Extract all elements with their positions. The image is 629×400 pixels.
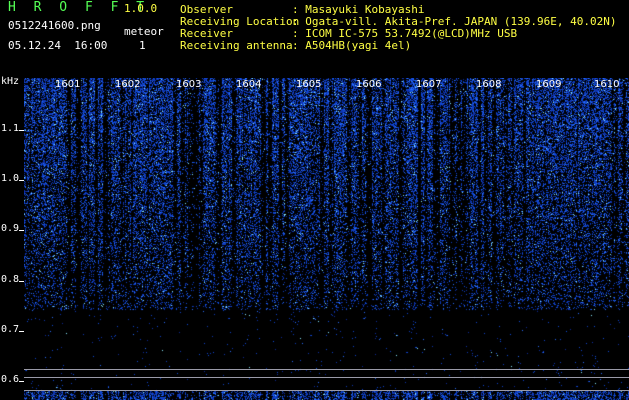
baseline-line (24, 390, 629, 391)
y-label-0-6: 0.6 (1, 374, 20, 385)
y-label-0-9: 0.9 (1, 223, 20, 234)
y-tick (19, 281, 24, 282)
minute-label-1610: 1610 (594, 79, 620, 90)
y-label-1-1: 1.1 (1, 123, 20, 134)
minute-label-1609: 1609 (536, 79, 562, 90)
observation-datetime: 05.12.24 16:00 (8, 39, 108, 52)
y-tick (19, 331, 24, 332)
file-name: 0512241600.png (8, 19, 101, 32)
y-label-0-7: 0.7 (1, 324, 20, 335)
antenna-value: : A504HB(yagi 4el) (292, 39, 412, 52)
minute-label-1608: 1608 (476, 79, 502, 90)
minute-label-1601: 1601 (55, 79, 81, 90)
minute-label-1603: 1603 (176, 79, 202, 90)
minute-label-1604: 1604 (236, 79, 262, 90)
frequency-axis: kHz 1.1 1.0 0.9 0.8 0.7 0.6 (0, 76, 24, 400)
minute-label-1602: 1602 (115, 79, 141, 90)
y-label-1-0: 1.0 (1, 173, 20, 184)
meteor-count: 1 (139, 39, 146, 52)
spectrogram (24, 78, 629, 400)
axis-unit: kHz (1, 76, 20, 87)
minute-label-1606: 1606 (356, 79, 382, 90)
y-tick (19, 130, 24, 131)
baseline-line (24, 377, 629, 378)
antenna-label: Receiving antenna (180, 39, 293, 52)
minute-label-1605: 1605 (296, 79, 322, 90)
meteor-label: meteor (124, 25, 164, 38)
info-header: H R O F F T 1.0.0 0512241600.png meteor … (0, 0, 629, 76)
app-version: 1.0.0 (124, 2, 158, 15)
y-tick (19, 180, 24, 181)
y-tick (19, 230, 24, 231)
baseline-line (24, 369, 629, 370)
y-tick (19, 381, 24, 382)
y-label-0-8: 0.8 (1, 274, 20, 285)
minute-label-1607: 1607 (416, 79, 442, 90)
